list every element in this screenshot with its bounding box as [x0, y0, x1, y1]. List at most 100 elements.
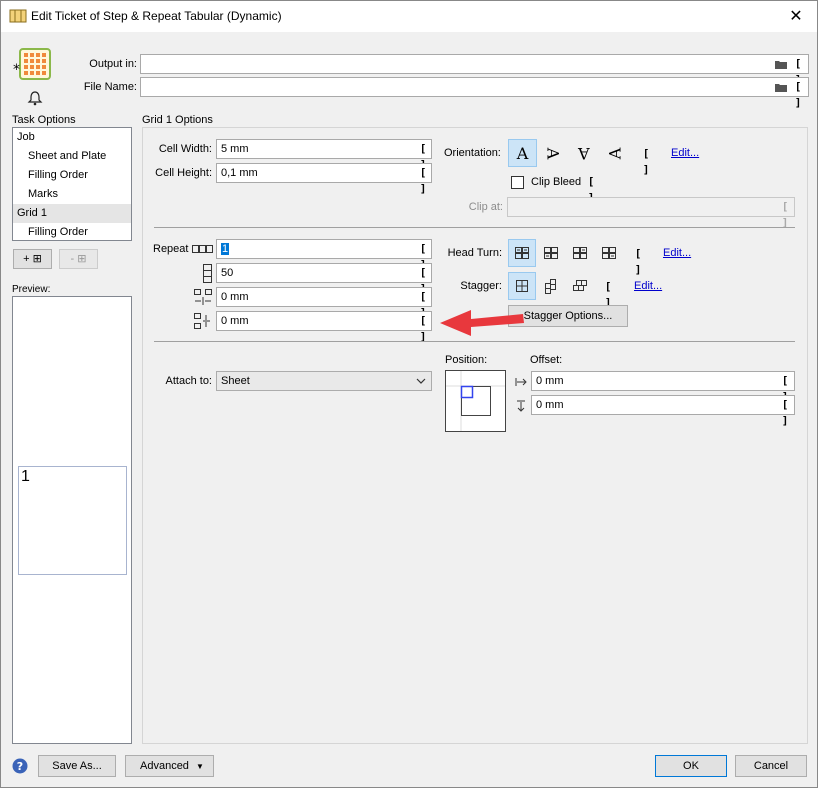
clip-bleed-checkbox[interactable] [511, 176, 524, 189]
position-label: Position: [445, 354, 488, 366]
stagger-label: Stagger: [460, 280, 502, 292]
output-in-field[interactable] [140, 54, 809, 74]
position-selector[interactable] [445, 370, 506, 432]
orientation-180-icon[interactable]: A [570, 140, 598, 166]
repeat-vertical-field[interactable]: 50 [216, 263, 432, 283]
list-item-filling-order[interactable]: Filling Order [13, 223, 131, 242]
cell-width-label: Cell Width: [158, 143, 212, 155]
orientation-90-icon[interactable]: A [539, 140, 567, 166]
offset-y-icon [517, 400, 525, 412]
stagger-edit-link[interactable]: Edit... [634, 280, 662, 292]
task-options-list: Job Sheet and Plate Filling Order Marks … [12, 127, 132, 241]
preview-page: 1 [18, 466, 127, 575]
add-grid-button[interactable]: + ⊞ [13, 249, 52, 269]
chevron-down-icon[interactable] [416, 377, 426, 385]
offset-label: Offset: [530, 354, 563, 366]
dropdown-arrow-icon: ▼ [196, 762, 204, 771]
task-options-label: Task Options [12, 114, 76, 126]
file-name-label: File Name: [83, 81, 137, 93]
step-repeat-task-icon: * [13, 48, 51, 80]
variable-icon[interactable]: [ ] [416, 141, 430, 171]
head-turn-columns-icon[interactable] [566, 240, 594, 266]
orientation-270-icon[interactable]: A [601, 140, 629, 166]
svg-text:?: ? [17, 760, 23, 773]
list-item-sheet-and-plate[interactable]: Sheet and Plate [13, 147, 131, 166]
file-name-field[interactable] [140, 77, 809, 97]
offset-x-field[interactable]: 0 mm [531, 371, 795, 391]
list-item-grid-1[interactable]: Grid 1 [13, 204, 131, 223]
variable-icon: [ ] [781, 200, 789, 229]
stagger-horizontal-icon[interactable] [566, 273, 594, 299]
save-as-button[interactable]: Save As... [38, 755, 116, 777]
orientation-edit-link[interactable]: Edit... [671, 147, 699, 159]
variable-icon[interactable]: [ ] [631, 246, 645, 276]
variable-icon[interactable]: [ ] [416, 165, 430, 195]
ok-button[interactable]: OK [655, 755, 727, 777]
variable-icon[interactable]: [ ] [778, 397, 792, 427]
app-icon [9, 9, 27, 23]
clip-at-label: Clip at: [468, 201, 503, 213]
attach-to-value: Sheet [221, 375, 250, 387]
annotation-arrow [440, 310, 524, 336]
horizontal-gap-field[interactable]: 0 mm [216, 287, 432, 307]
preview-panel: 1 [12, 296, 132, 744]
clip-at-field[interactable] [507, 197, 795, 217]
separator [154, 227, 795, 228]
vertical-gap-icon [194, 313, 210, 329]
cell-height-label: Cell Height: [155, 167, 212, 179]
variable-icon[interactable]: [ ] [639, 146, 653, 176]
variable-icon[interactable]: [ ] [416, 265, 430, 295]
svg-text:*: * [13, 62, 20, 78]
variable-icon[interactable]: [ ] [416, 313, 430, 343]
cancel-button[interactable]: Cancel [735, 755, 807, 777]
preview-label: Preview: [12, 284, 51, 295]
orientation-0-icon[interactable]: A [508, 139, 537, 167]
head-turn-alternate-icon[interactable] [595, 240, 623, 266]
close-icon[interactable]: ✕ [785, 6, 807, 26]
head-turn-none-icon[interactable] [508, 239, 536, 267]
head-turn-rows-icon[interactable] [537, 240, 565, 266]
variable-icon[interactable]: [ ] [791, 79, 805, 109]
repeat-horizontal-field[interactable]: 1 [216, 239, 432, 259]
title-bar: Edit Ticket of Step & Repeat Tabular (Dy… [1, 1, 817, 32]
cell-height-field[interactable]: 0,1 mm [216, 163, 432, 183]
grid-options-panel [142, 127, 808, 744]
offset-x-icon [515, 378, 527, 386]
folder-icon[interactable] [774, 81, 788, 93]
variable-icon[interactable]: [ ] [416, 289, 430, 319]
variable-icon[interactable]: [ ] [584, 174, 598, 204]
variable-icon[interactable]: [ ] [416, 241, 430, 271]
list-item-filling-order[interactable]: Filling Order [13, 166, 131, 185]
stagger-none-icon[interactable] [508, 272, 536, 300]
help-icon[interactable]: ? [12, 758, 28, 774]
preview-page-number: 1 [21, 468, 30, 485]
variable-icon[interactable]: [ ] [601, 279, 615, 309]
repeat-label: Repeat [153, 243, 189, 255]
bell-icon[interactable] [27, 90, 43, 106]
repeat-horizontal-icon [192, 245, 213, 253]
attach-to-label: Attach to: [165, 375, 212, 387]
orientation-label: Orientation: [444, 147, 501, 159]
offset-y-field[interactable]: 0 mm [531, 395, 795, 415]
list-item-job[interactable]: Job [13, 128, 131, 147]
window-title: Edit Ticket of Step & Repeat Tabular (Dy… [31, 9, 282, 23]
head-turn-label: Head Turn: [447, 247, 502, 259]
advanced-button[interactable]: Advanced ▼ [125, 755, 214, 777]
variable-icon[interactable]: [ ] [778, 373, 792, 403]
clip-bleed-label: Clip Bleed [531, 176, 582, 188]
output-in-label: Output in: [89, 58, 137, 70]
variable-icon[interactable]: [ ] [791, 56, 805, 86]
dialog-window: Edit Ticket of Step & Repeat Tabular (Dy… [0, 0, 818, 788]
horizontal-gap-icon [194, 289, 212, 305]
attach-to-select[interactable]: Sheet [216, 371, 432, 391]
head-turn-edit-link[interactable]: Edit... [663, 247, 691, 259]
repeat-vertical-icon [203, 264, 212, 283]
remove-grid-button[interactable]: - ⊞ [59, 249, 98, 269]
grid-options-title: Grid 1 Options [142, 114, 213, 126]
stagger-vertical-icon[interactable] [537, 273, 565, 299]
vertical-gap-field[interactable]: 0 mm [216, 311, 432, 331]
list-item-marks[interactable]: Marks [13, 185, 131, 204]
folder-icon[interactable] [774, 58, 788, 70]
cell-width-field[interactable]: 5 mm [216, 139, 432, 159]
separator [154, 341, 795, 342]
